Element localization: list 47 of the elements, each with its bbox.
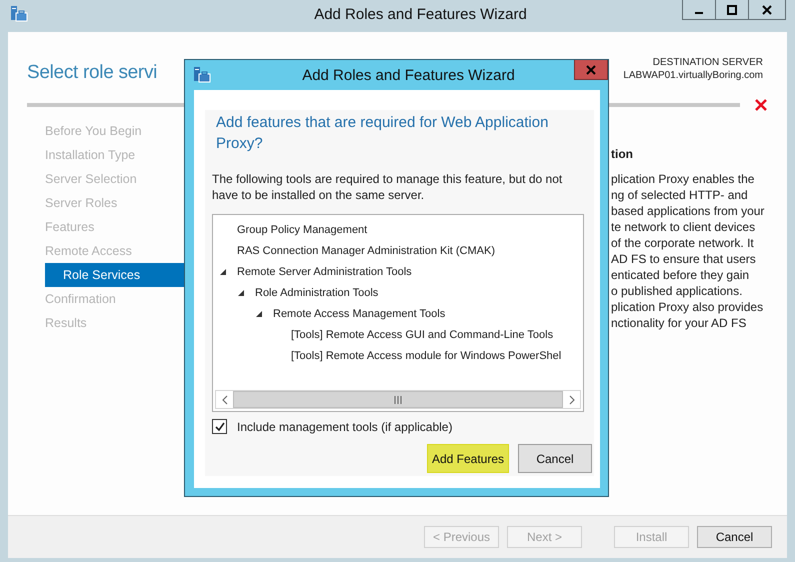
cancel-button[interactable]: Cancel <box>518 444 592 473</box>
description-line: of the corporate network. It <box>611 235 755 251</box>
close-button[interactable] <box>748 0 786 20</box>
scroll-right-icon[interactable] <box>568 394 574 404</box>
section-heading: tion <box>611 147 634 161</box>
description-line: o published applications. <box>611 283 744 299</box>
horizontal-scrollbar[interactable] <box>215 390 581 409</box>
tree-item[interactable]: RAS Connection Manager Administration Kit (CMAK) <box>237 244 495 256</box>
destination-label: DESTINATION SERVER <box>652 56 763 69</box>
maximize-icon <box>727 4 737 14</box>
scroll-left-icon[interactable] <box>222 394 228 404</box>
server-toolbox-icon <box>10 6 28 22</box>
tree-item[interactable]: Remote Access Management Tools <box>273 308 446 320</box>
close-icon <box>762 4 772 14</box>
tree-item[interactable]: [Tools] Remote Access module for Windows PowerShel <box>291 350 562 362</box>
grip-icon <box>394 396 402 404</box>
add-features-button[interactable]: Add Features <box>427 444 509 473</box>
description-line: based applications from your <box>611 203 766 219</box>
dialog-text: The following tools are required to manage this feature, but do not have to be installed on the same server. <box>212 171 564 203</box>
window-title: Add Roles and Features Wizard <box>313 6 528 23</box>
tree-item[interactable]: [Tools] Remote Access GUI and Command-Line Tools <box>291 328 554 340</box>
page-title: Select role servi <box>27 62 158 84</box>
close-icon <box>586 64 596 74</box>
minimize-icon <box>695 12 703 14</box>
tree-item[interactable]: Group Policy Management <box>237 224 368 236</box>
tree-item[interactable]: Remote Server Administration Tools <box>237 266 412 278</box>
dialog-title: Add Roles and Features Wizard <box>301 67 516 84</box>
description-line: plication Proxy enables the <box>611 171 756 187</box>
wizard-button[interactable]: Cancel <box>697 526 772 548</box>
collapse-icon[interactable] <box>219 268 227 276</box>
server-toolbox-icon <box>193 67 211 83</box>
checkbox-label[interactable]: Include management tools (if applicable) <box>237 420 452 434</box>
description-line: AD FS to ensure that users <box>611 251 757 267</box>
wizard-step[interactable]: Role Services <box>45 263 184 287</box>
description-line: te network to client devices <box>611 219 756 235</box>
destination-server: LABWAP01.virtuallyBoring.com <box>623 69 763 82</box>
collapse-icon[interactable] <box>255 310 263 318</box>
description-line: nctionality for your AD FS <box>611 315 748 331</box>
tree-item[interactable]: Role Administration Tools <box>255 286 378 298</box>
dialog-heading: Add features that are required for Web Application Proxy? <box>215 113 550 154</box>
collapse-icon[interactable] <box>237 288 245 296</box>
checkbox[interactable] <box>212 419 227 434</box>
description-line: enticated before they gain <box>611 267 750 283</box>
minimize-button[interactable] <box>682 0 716 20</box>
error-icon <box>755 99 767 111</box>
description-line: plication Proxy also provides <box>611 299 764 315</box>
description-line: ng of selected HTTP- and <box>611 187 749 203</box>
